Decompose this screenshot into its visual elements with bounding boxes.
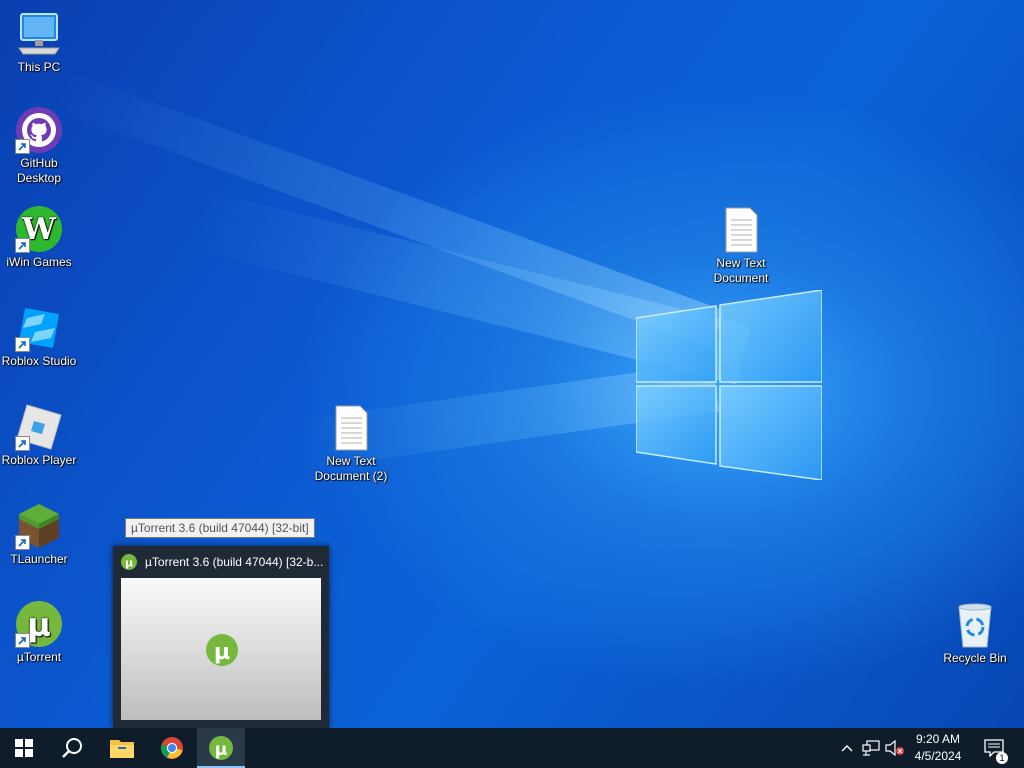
- shortcut-arrow-icon: [15, 436, 30, 451]
- shortcut-arrow-icon: [15, 238, 30, 253]
- taskbar: µ 9:20 AM 4/5/2024: [0, 728, 1024, 768]
- search-icon: [62, 738, 82, 758]
- roblox-studio-icon: [15, 304, 63, 352]
- desktop-icon-new-text-document[interactable]: New Text Document: [701, 206, 781, 286]
- shortcut-arrow-icon: [15, 633, 30, 648]
- desktop-icon-label: TLauncher: [10, 552, 68, 566]
- taskbar-clock[interactable]: 9:20 AM 4/5/2024: [908, 731, 968, 765]
- desktop-icon-label: Roblox Player: [1, 453, 77, 467]
- desktop-icon-label: New Text Document (2): [314, 454, 388, 483]
- start-button[interactable]: [0, 728, 48, 768]
- shortcut-arrow-icon: [15, 535, 30, 550]
- desktop-icon-this-pc[interactable]: This PC: [0, 10, 79, 75]
- text-file-icon: [717, 206, 765, 254]
- desktop-icon-roblox-studio[interactable]: Roblox Studio: [0, 304, 79, 369]
- desktop-icon-github-desktop[interactable]: GitHub Desktop: [0, 106, 79, 186]
- roblox-player-icon: [15, 403, 63, 451]
- preview-window-thumbnail[interactable]: µ: [121, 578, 321, 720]
- start-icon: [15, 739, 33, 757]
- utorrent-icon: µ: [121, 554, 137, 570]
- svg-text:µ: µ: [215, 740, 228, 760]
- chevron-up-icon: [841, 745, 853, 752]
- utorrent-icon: µ: [15, 600, 63, 648]
- clock-time: 9:20 AM: [915, 732, 961, 746]
- desktop-icon-roblox-player[interactable]: Roblox Player: [0, 403, 79, 468]
- desktop-icon-label: Roblox Studio: [1, 354, 77, 368]
- iwin-icon: W: [15, 205, 63, 253]
- recycle-bin-icon: [951, 601, 999, 649]
- chrome-button[interactable]: [148, 728, 196, 768]
- taskbar-tooltip: µTorrent 3.6 (build 47044) [32-bit]: [125, 518, 315, 538]
- volume-muted-icon: [885, 740, 904, 756]
- volume-button[interactable]: [884, 728, 906, 768]
- desktop-icon-new-text-document-2[interactable]: New Text Document (2): [311, 404, 391, 484]
- github-icon: [15, 106, 63, 154]
- preview-header: µ µTorrent 3.6 (build 47044) [32-b...: [113, 546, 329, 578]
- desktop-icon-label: Recycle Bin: [943, 651, 1007, 665]
- desktop-icon-label: iWin Games: [6, 255, 72, 269]
- desktop-icon-label: New Text Document: [713, 256, 769, 285]
- chrome-icon: [160, 737, 183, 759]
- desktop-icon-utorrent[interactable]: µ µTorrent: [0, 600, 79, 665]
- svg-text:µ: µ: [27, 606, 51, 644]
- computer-icon: [15, 10, 63, 58]
- desktop-icon-iwin-games[interactable]: W iWin Games: [0, 205, 79, 270]
- preview-title: µTorrent 3.6 (build 47044) [32-b...: [145, 555, 324, 569]
- shortcut-arrow-icon: [15, 139, 30, 154]
- desktop-icon-label: GitHub Desktop: [16, 156, 62, 185]
- svg-text:µ: µ: [214, 640, 230, 665]
- utorrent-taskbar-button[interactable]: µ: [197, 728, 245, 768]
- search-button[interactable]: [48, 728, 96, 768]
- utorrent-icon: µ: [206, 634, 238, 666]
- show-hidden-icons-button[interactable]: [838, 728, 856, 768]
- desktop-icon-tlauncher[interactable]: TLauncher: [0, 502, 79, 567]
- desktop-icon-recycle-bin[interactable]: Recycle Bin: [935, 601, 1015, 666]
- shortcut-arrow-icon: [15, 337, 30, 352]
- svg-text:µ: µ: [125, 557, 133, 570]
- minecraft-icon: [15, 502, 63, 550]
- desktop-icon-label: This PC: [17, 60, 61, 74]
- clock-date: 4/5/2024: [914, 749, 962, 763]
- text-file-icon: [327, 404, 375, 452]
- network-icon: [862, 740, 880, 756]
- network-button[interactable]: [860, 728, 882, 768]
- utorrent-thumbnail-preview[interactable]: µ µTorrent 3.6 (build 47044) [32-b... µ: [113, 546, 329, 728]
- file-explorer-icon: [110, 740, 134, 758]
- desktop-icon-label: µTorrent: [16, 650, 62, 664]
- utorrent-icon: µ: [209, 736, 233, 760]
- windows-logo-wallpaper: [636, 290, 822, 480]
- notification-count-badge: 1: [996, 752, 1008, 764]
- file-explorer-button[interactable]: [98, 728, 146, 768]
